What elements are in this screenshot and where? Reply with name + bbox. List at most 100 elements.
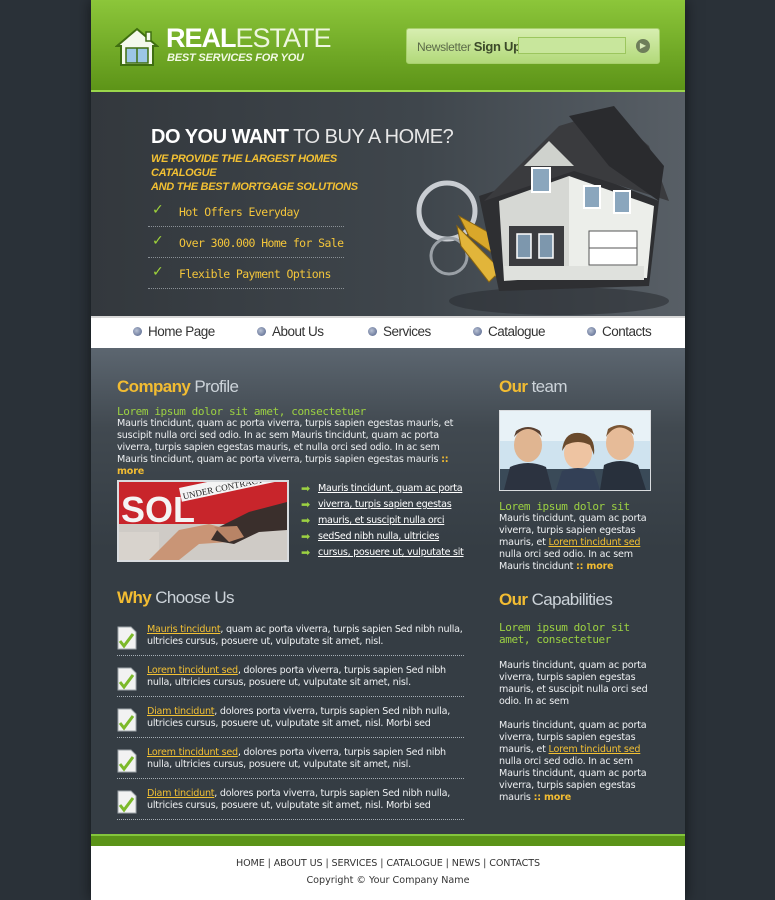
why-link[interactable]: Lorem tincidunt sed [147,747,238,758]
list-item[interactable]: ➡ sedSed nibh nulla, ultricies [301,530,471,546]
why-text: Diam tincidunt, dolores porta viverra, t… [147,788,465,812]
heading-bold: Our [499,590,528,609]
newsletter-label: Newsletter Sign Up [417,39,521,54]
heading-light: team [531,377,568,396]
company-lead: Lorem ipsum dolor sit amet, consectetuer [117,405,366,418]
heading-light: Capabilities [531,590,613,609]
why-row: Diam tincidunt, dolores porta viverra, t… [117,780,464,820]
team-text: Mauris tincidunt, quam ac porta viverra,… [499,513,649,573]
why-text: Lorem tincidunt sed, dolores porta viver… [147,665,465,689]
list-link[interactable]: Mauris tincidunt, quam ac porta [318,483,463,494]
our-capabilities-heading: Our Capabilities [499,590,613,610]
banner-title-bold: DO YOU WANT [151,126,289,148]
document-check-icon [117,667,137,691]
hero-banner: DO YOU WANT TO BUY A HOME? WE PROVIDE TH… [91,92,685,316]
company-paragraph: Mauris tincidunt, quam ac porta viverra,… [117,418,454,465]
banner-title: DO YOU WANT TO BUY A HOME? [151,126,454,149]
nav-label: Catalogue [488,324,546,339]
nav-label: About Us [272,324,324,339]
page-container: REALESTATE BEST SERVICES FOR YOU Newslet… [91,0,685,900]
bullet-icon [587,327,596,336]
logo-title[interactable]: REALESTATE [166,23,332,53]
capabilities-link[interactable]: Lorem tincidunt sed [549,744,641,755]
newsletter-submit-button[interactable]: ▶ [636,39,650,53]
why-link[interactable]: Mauris tincidunt [147,624,221,635]
check-icon: ✓ [152,264,164,280]
footer-separator: | [483,858,487,869]
footer-link-catalogue[interactable]: CATALOGUE [386,858,442,869]
newsletter-label-bold: Sign Up [473,39,521,54]
bullet-icon [473,327,482,336]
banner-feature-list: ✓ Hot Offers Everyday ✓ Over 300.000 Hom… [148,196,344,289]
list-item[interactable]: ➡ cursus, posuere ut, vulputate sit [301,546,471,562]
list-link[interactable]: cursus, posuere ut, vulputate sit [318,547,464,558]
why-row: Lorem tincidunt sed, dolores porta viver… [117,739,464,779]
logo-bold: REAL [166,23,236,53]
heading-bold: Why [117,588,152,607]
heading-light: Profile [194,377,239,396]
why-text: Mauris tincidunt, quam ac porta viverra,… [147,624,465,648]
list-item[interactable]: ➡ viverra, turpis sapien egestas [301,498,471,514]
team-link[interactable]: Lorem tincidunt sed [549,537,641,548]
nav-about[interactable]: About Us [257,324,324,342]
logo-light: ESTATE [235,23,332,53]
arrow-right-icon: ➡ [301,482,310,495]
nav-label: Home Page [148,324,215,339]
document-check-icon [117,626,137,650]
house-logo-icon[interactable] [115,27,159,67]
banner-feature-item: ✓ Flexible Payment Options [148,258,344,289]
footer-link-news[interactable]: NEWS [452,858,481,869]
capabilities-more-link[interactable]: :: more [534,792,572,803]
why-link[interactable]: Diam tincidunt [147,706,215,717]
our-team-heading: Our team [499,377,568,397]
list-item[interactable]: ➡ Mauris tincidunt, quam ac porta [301,482,471,498]
footer-link-about[interactable]: ABOUT US [274,858,323,869]
team-image [500,411,650,490]
footer-separator: | [380,858,384,869]
banner-subtitle: WE PROVIDE THE LARGEST HOMES CATALOGUE A… [151,152,401,194]
footer-link-services[interactable]: SERVICES [332,858,378,869]
why-row: Diam tincidunt, dolores porta viverra, t… [117,698,464,738]
list-link[interactable]: sedSed nibh nulla, ultricies [318,531,439,542]
nav-label: Services [383,324,431,339]
why-link[interactable]: Lorem tincidunt sed [147,665,238,676]
team-more-link[interactable]: :: more [576,561,614,572]
why-link[interactable]: Diam tincidunt [147,788,215,799]
nav-catalogue[interactable]: Catalogue [473,324,546,342]
site-footer: HOME | ABOUT US | SERVICES | CATALOGUE |… [91,846,685,900]
main-content: Company Profile Lorem ipsum dolor sit am… [91,348,685,834]
why-text: Lorem tincidunt sed, dolores porta viver… [147,747,465,771]
nav-contacts[interactable]: Contacts [587,324,652,342]
footer-divider [91,834,685,846]
nav-services[interactable]: Services [368,324,431,342]
capabilities-text-1: Mauris tincidunt, quam ac porta viverra,… [499,660,648,707]
why-row: Mauris tincidunt, quam ac porta viverra,… [117,616,464,656]
banner-feature-item: ✓ Over 300.000 Home for Sale [148,227,344,258]
footer-link-contacts[interactable]: CONTACTS [489,858,540,869]
main-navigation: Home Page About Us Services Catalogue Co… [91,316,685,350]
banner-subtitle-line2: AND THE BEST MORTGAGE SOLUTIONS [151,181,358,193]
capabilities-lead: Lorem ipsum dolor sit amet, consectetuer [499,621,630,646]
footer-links: HOME | ABOUT US | SERVICES | CATALOGUE |… [91,858,685,869]
footer-separator: | [445,858,449,869]
newsletter-email-input[interactable] [518,37,626,54]
heading-bold: Our [499,377,528,396]
check-icon: ✓ [152,233,164,249]
nav-home[interactable]: Home Page [133,324,215,342]
list-link[interactable]: mauris, et suscipit nulla orci [318,515,445,526]
footer-link-home[interactable]: HOME [236,858,265,869]
company-profile-heading: Company Profile [117,377,239,397]
list-link[interactable]: viverra, turpis sapien egestas [318,499,452,510]
banner-feature-item: ✓ Hot Offers Everyday [148,196,344,227]
banner-feature-text: Over 300.000 Home for Sale [179,236,344,250]
arrow-right-icon: ▶ [639,41,647,50]
banner-feature-text: Hot Offers Everyday [179,205,300,219]
bullet-icon [133,327,142,336]
company-link-list: ➡ Mauris tincidunt, quam ac porta ➡ viverr… [301,482,471,562]
list-item[interactable]: ➡ mauris, et suscipit nulla orci [301,514,471,530]
why-choose-heading: Why Choose Us [117,588,235,608]
copyright-text: Copyright © Your Company Name [306,875,470,886]
document-check-icon [117,749,137,773]
team-photo [499,410,651,491]
why-choose-list: Mauris tincidunt, quam ac porta viverra,… [117,616,464,821]
